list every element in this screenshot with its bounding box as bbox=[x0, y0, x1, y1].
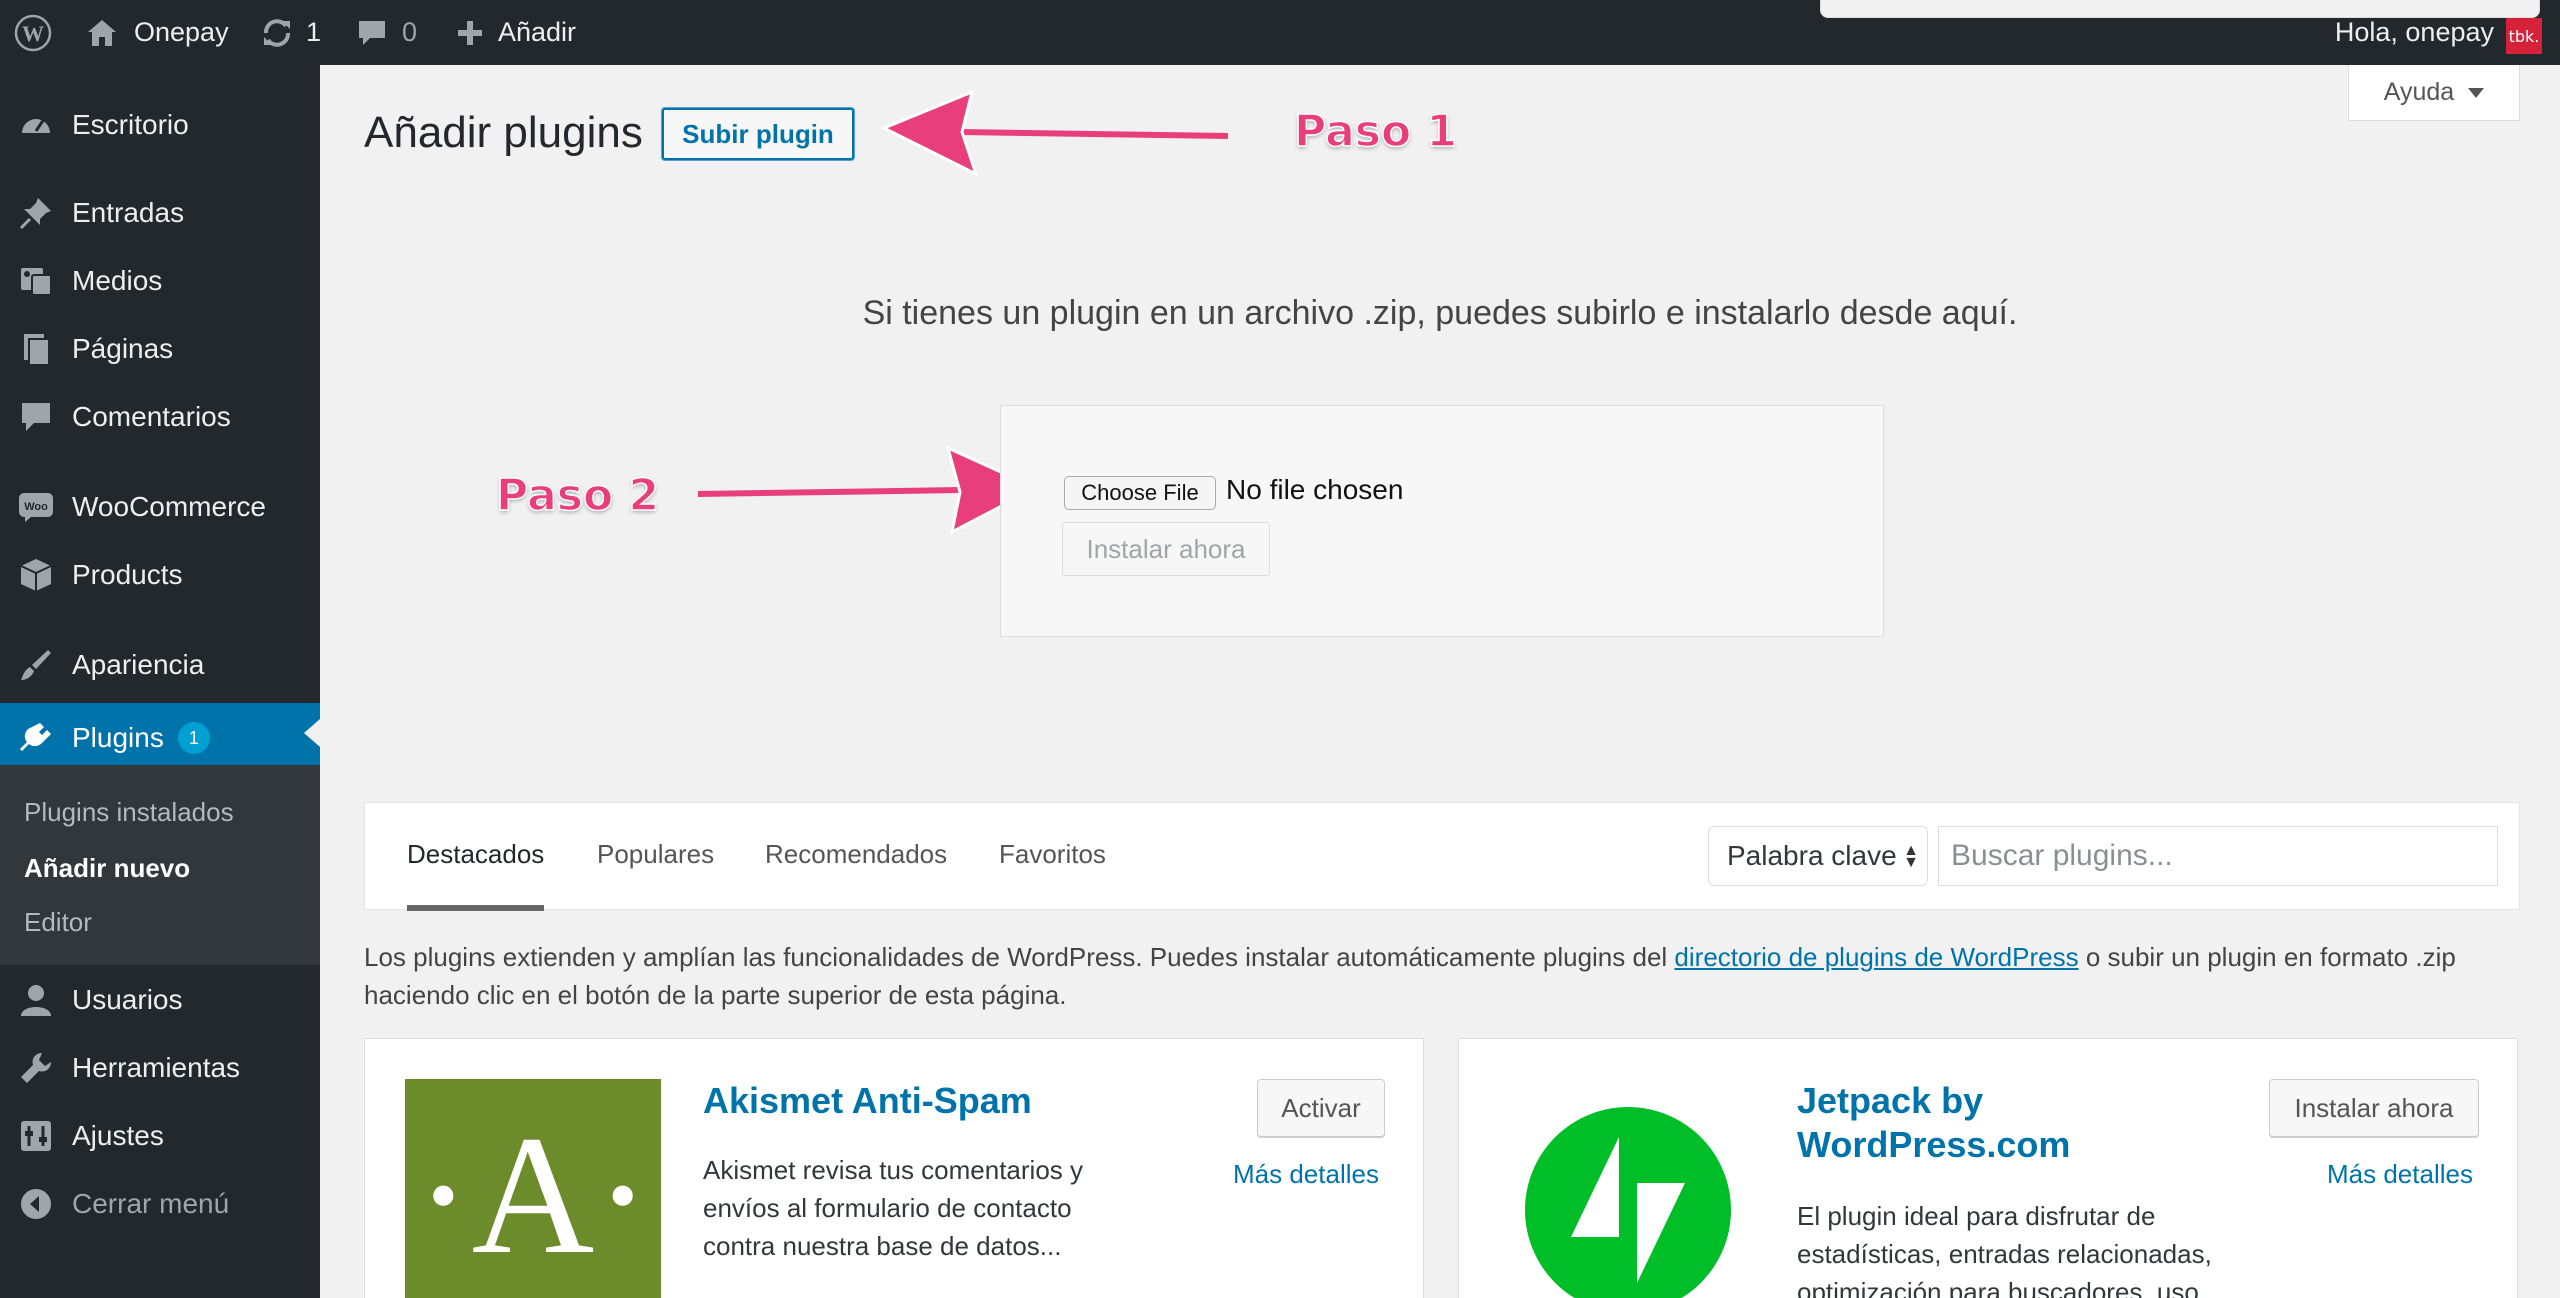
plugin-card-akismet: ·A· Akismet Anti-Spam Akismet revisa tus… bbox=[364, 1038, 1424, 1298]
tab-recomendados[interactable]: Recomendados bbox=[765, 839, 947, 911]
tab-favoritos[interactable]: Favoritos bbox=[999, 839, 1106, 911]
plugin-directory-link[interactable]: directorio de plugins de WordPress bbox=[1674, 942, 2078, 972]
step1-arrow-icon bbox=[880, 89, 1229, 177]
intro-text-before: Los plugins extienden y amplían las func… bbox=[364, 942, 1675, 972]
plugin-name[interactable]: Jetpack by WordPress.com bbox=[1797, 1079, 2127, 1167]
choose-file-button[interactable]: Choose File bbox=[1064, 476, 1216, 510]
tab-destacados[interactable]: Destacados bbox=[407, 839, 545, 911]
plugin-description: Akismet revisa tus comentarios y envíos … bbox=[703, 1155, 1084, 1261]
more-details-link[interactable]: Más detalles bbox=[1233, 1159, 1379, 1190]
intro-text: Los plugins extienden y amplían las func… bbox=[364, 938, 2534, 1014]
search-plugins-input[interactable] bbox=[1938, 826, 2498, 886]
no-file-chosen-text: No file chosen bbox=[1226, 474, 1404, 505]
more-details-link[interactable]: Más detalles bbox=[2327, 1159, 2473, 1190]
akismet-icon[interactable]: ·A· bbox=[405, 1079, 661, 1298]
install-plugin-button[interactable]: Instalar ahora bbox=[2269, 1079, 2479, 1137]
plugin-card-jetpack: Jetpack by WordPress.com El plugin ideal… bbox=[1458, 1038, 2518, 1298]
activate-button[interactable]: Activar bbox=[1257, 1079, 1385, 1137]
step1-annotation: Paso 1 bbox=[1293, 105, 1458, 158]
jetpack-icon[interactable] bbox=[1525, 1107, 1731, 1298]
install-now-button[interactable]: Instalar ahora bbox=[1062, 522, 1270, 576]
plugin-description: El plugin ideal para disfrutar de estadí… bbox=[1797, 1201, 2221, 1298]
search-type-value: Palabra clave bbox=[1727, 840, 1897, 871]
select-arrows-icon: ▲ ▼ bbox=[1903, 842, 1919, 871]
step2-arrow-icon bbox=[697, 445, 1040, 535]
search-type-select[interactable]: Palabra clave ▲ ▼ bbox=[1708, 826, 1928, 886]
akismet-icon-letter: ·A· bbox=[415, 1101, 651, 1289]
step2-annotation: Paso 2 bbox=[495, 469, 660, 522]
upload-description: Si tienes un plugin en un archivo .zip, … bbox=[862, 294, 2018, 332]
tab-populares[interactable]: Populares bbox=[597, 839, 714, 911]
plugin-name[interactable]: Akismet Anti-Spam bbox=[703, 1079, 1032, 1123]
upload-form-box bbox=[1000, 405, 1884, 637]
